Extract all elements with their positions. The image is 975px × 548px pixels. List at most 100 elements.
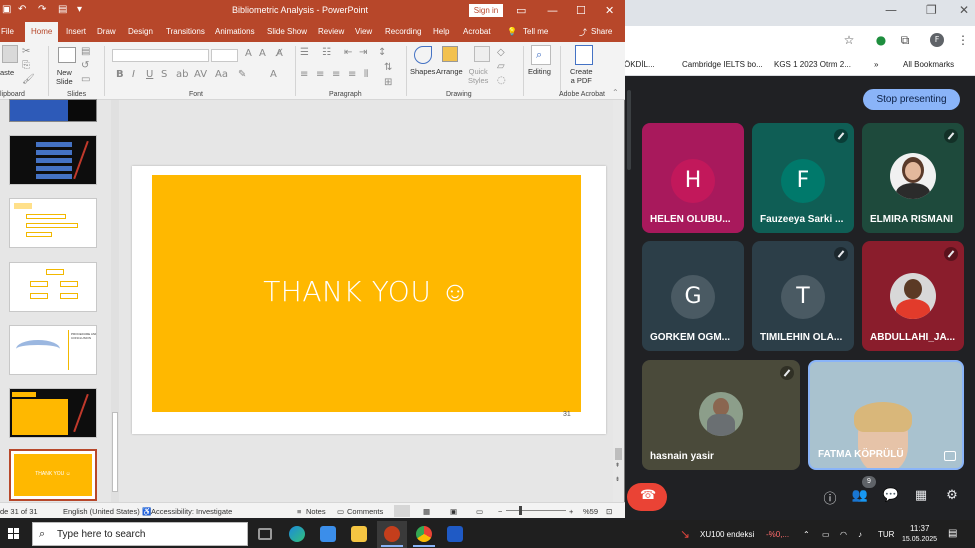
task-view-icon[interactable] — [258, 528, 272, 540]
font-color-icon[interactable]: A — [270, 69, 277, 80]
slide-sorter-icon[interactable]: ▦ — [423, 507, 430, 516]
smartart-icon[interactable]: ⊞ — [384, 77, 392, 88]
create-pdf-icon[interactable] — [575, 45, 593, 65]
restore-icon[interactable]: ❐ — [926, 3, 937, 17]
tab-transitions[interactable]: Transitions — [166, 27, 205, 36]
zoom-out-icon[interactable]: − — [498, 507, 502, 516]
zoom-in-icon[interactable]: + — [569, 507, 573, 516]
menu-icon[interactable]: ⋮ — [955, 32, 971, 48]
arrange-icon[interactable] — [442, 46, 458, 62]
undo-icon[interactable]: ↶ — [18, 4, 26, 15]
tell-me-search[interactable]: Tell me — [523, 27, 548, 36]
tab-design[interactable]: Design — [128, 27, 153, 36]
grow-font-icon[interactable]: A — [245, 48, 252, 59]
customize-qat-icon[interactable]: ▾ — [77, 4, 82, 15]
slide-thumbnail[interactable]: PROCEDURE AND CONCLUSION — [9, 325, 97, 375]
thumbnails-scrollbar[interactable] — [111, 100, 119, 502]
quick-styles-icon[interactable] — [474, 46, 490, 62]
present-icon[interactable]: ▤ — [58, 4, 67, 15]
columns-icon[interactable]: ⫴ — [364, 69, 368, 80]
word-taskbar-icon[interactable] — [447, 526, 463, 542]
shrink-font-icon[interactable]: A — [259, 48, 266, 59]
comments-button[interactable]: Comments — [347, 507, 383, 516]
reset-icon[interactable]: ↺ — [81, 60, 89, 71]
numbering-icon[interactable]: ☷ — [322, 47, 331, 58]
participant-tile[interactable]: ABDULLAHI_JA... — [862, 241, 964, 351]
tab-slide-show[interactable]: Slide Show — [267, 27, 307, 36]
participant-tile[interactable]: F Fauzeeya Sarki ... — [752, 123, 854, 233]
mail-icon[interactable] — [320, 526, 336, 542]
align-left-icon[interactable]: ≡ — [300, 69, 308, 80]
tab-home[interactable]: Home — [25, 22, 59, 42]
puzzle-icon[interactable]: ⧉ — [897, 32, 913, 48]
prev-slide-icon[interactable]: ⇞ — [615, 462, 620, 469]
new-slide-button[interactable]: New Slide — [56, 68, 73, 86]
tab-review[interactable]: Review — [318, 27, 344, 36]
tab-view[interactable]: View — [355, 27, 372, 36]
tab-help[interactable]: Help — [433, 27, 449, 36]
file-explorer-icon[interactable] — [351, 526, 367, 542]
activities-icon[interactable]: ▦ — [912, 488, 930, 503]
line-spacing-icon[interactable]: ↕ — [378, 47, 386, 58]
share-icon[interactable]: ⤴ — [579, 27, 587, 38]
editing-button[interactable]: Editing — [528, 67, 551, 76]
language-indicator[interactable]: English (United States) — [63, 507, 140, 516]
paste-button[interactable]: aste — [0, 68, 14, 77]
highlight-icon[interactable]: ✎ — [238, 69, 246, 80]
chrome-taskbar-icon[interactable] — [416, 526, 432, 542]
editor-scrollbar[interactable]: ⇞ ⇟ — [613, 100, 624, 502]
clock-time[interactable]: 11:37 — [910, 524, 929, 533]
sign-in-button[interactable]: Sign in — [469, 4, 503, 17]
minimize-icon[interactable]: — — [547, 4, 558, 17]
edge-icon[interactable] — [289, 526, 305, 542]
tab-insert[interactable]: Insert — [66, 27, 86, 36]
wifi-icon[interactable]: ◠ — [840, 530, 847, 539]
quick-styles-button[interactable]: Quick Styles — [468, 67, 488, 85]
tab-recording[interactable]: Recording — [385, 27, 421, 36]
autosave-icon[interactable]: ▣ — [2, 4, 11, 15]
layout-icon[interactable]: ▤ — [81, 46, 90, 57]
shadow-icon[interactable]: S — [161, 69, 167, 80]
profile-avatar[interactable]: F — [930, 33, 944, 47]
cut-icon[interactable]: ✂ — [22, 46, 30, 57]
font-family-select[interactable] — [112, 49, 209, 62]
text-direction-icon[interactable]: ⇅ — [384, 62, 392, 73]
italic-icon[interactable]: I — [132, 69, 135, 80]
windows-start-icon[interactable] — [8, 528, 20, 540]
section-icon[interactable]: ▭ — [81, 74, 90, 85]
spacing-icon[interactable]: AV — [194, 69, 207, 80]
slide-thumbnail[interactable] — [9, 262, 97, 312]
slide-thumbnail[interactable] — [9, 198, 97, 248]
arrange-button[interactable]: Arrange — [436, 67, 463, 76]
star-icon[interactable]: ☆ — [841, 32, 857, 48]
bold-icon[interactable]: B — [116, 69, 124, 80]
close-icon[interactable]: ✕ — [605, 4, 614, 17]
notes-button[interactable]: Notes — [306, 507, 326, 516]
input-language[interactable]: TUR — [878, 530, 894, 539]
participant-tile-self[interactable]: FATMA KÖPRÜLÜ — [808, 360, 964, 470]
clear-format-icon[interactable]: A̸ — [276, 48, 283, 59]
outdent-icon[interactable]: ⇥ — [359, 47, 367, 58]
shapes-button[interactable]: Shapes — [410, 67, 435, 76]
participant-tile[interactable]: ELMIRA RISMANI — [862, 123, 964, 233]
pip-icon[interactable] — [944, 451, 956, 461]
notifications-icon[interactable]: ▤ — [948, 528, 957, 539]
tab-animations[interactable]: Animations — [215, 27, 255, 36]
zoom-slider[interactable] — [506, 510, 566, 511]
slide-title[interactable]: THANK YOU ☺ — [152, 275, 581, 308]
shape-fill-icon[interactable]: ◇ — [497, 47, 505, 58]
align-right-icon[interactable]: ≡ — [332, 69, 340, 80]
participant-tile[interactable]: hasnain yasir — [642, 360, 800, 470]
bookmark-item[interactable]: ÖKDİL... — [624, 60, 655, 69]
slide-thumbnail[interactable] — [9, 388, 97, 438]
tab-file[interactable]: File — [1, 27, 14, 36]
accessibility-status[interactable]: Accessibility: Investigate — [151, 507, 232, 516]
info-icon[interactable]: ⓘ — [821, 488, 839, 507]
chevron-up-icon[interactable]: ⌃ — [803, 530, 810, 539]
case-icon[interactable]: Aa — [215, 69, 228, 80]
host-controls-icon[interactable]: ⚙ — [943, 488, 961, 503]
format-painter-icon[interactable]: 🖌 — [22, 74, 35, 85]
slideshow-icon[interactable]: ▭ — [476, 507, 483, 516]
stock-ticker[interactable]: XU100 endeksi — [700, 530, 754, 539]
powerpoint-taskbar-icon[interactable] — [384, 526, 400, 542]
